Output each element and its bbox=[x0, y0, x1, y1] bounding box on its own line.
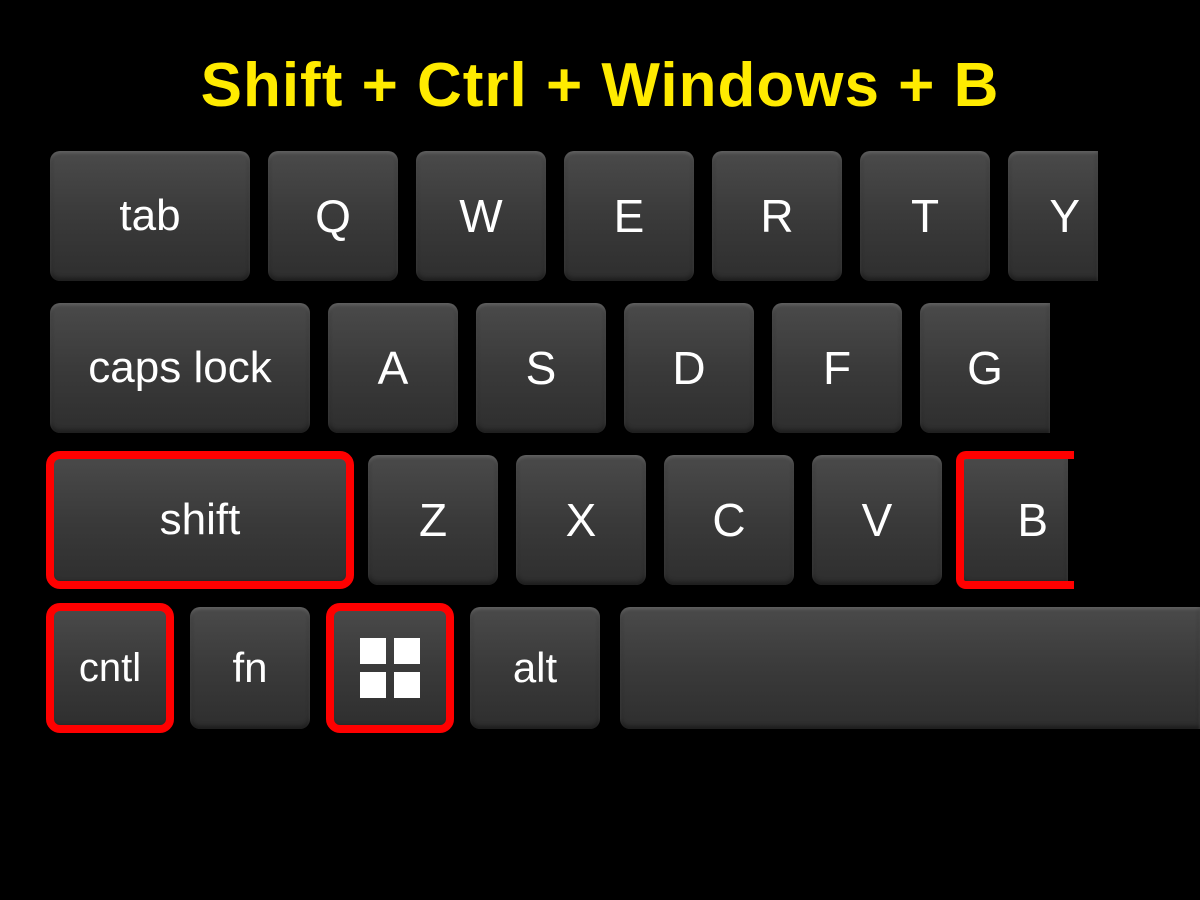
shortcut-title: Shift + Ctrl + Windows + B bbox=[0, 0, 1200, 151]
key-windows[interactable] bbox=[330, 607, 450, 729]
key-fn[interactable]: fn bbox=[190, 607, 310, 729]
key-q[interactable]: Q bbox=[268, 151, 398, 281]
key-tab[interactable]: tab bbox=[50, 151, 250, 281]
keyboard-row-2: caps lock A S D F G bbox=[50, 303, 1200, 433]
key-space[interactable] bbox=[620, 607, 1200, 729]
keyboard-row-3: shift Z X C V B bbox=[50, 455, 1200, 585]
key-b[interactable]: B bbox=[960, 455, 1068, 585]
key-a[interactable]: A bbox=[328, 303, 458, 433]
key-r[interactable]: R bbox=[712, 151, 842, 281]
key-z[interactable]: Z bbox=[368, 455, 498, 585]
key-s[interactable]: S bbox=[476, 303, 606, 433]
key-f[interactable]: F bbox=[772, 303, 902, 433]
key-w[interactable]: W bbox=[416, 151, 546, 281]
keyboard: tab Q W E R T Y caps lock A S D F G shif… bbox=[0, 151, 1200, 729]
key-caps-lock[interactable]: caps lock bbox=[50, 303, 310, 433]
key-g[interactable]: G bbox=[920, 303, 1050, 433]
keyboard-row-1: tab Q W E R T Y bbox=[50, 151, 1200, 281]
key-v[interactable]: V bbox=[812, 455, 942, 585]
key-y[interactable]: Y bbox=[1008, 151, 1098, 281]
key-shift[interactable]: shift bbox=[50, 455, 350, 585]
key-e[interactable]: E bbox=[564, 151, 694, 281]
keyboard-row-4: cntl fn alt bbox=[50, 607, 1200, 729]
windows-icon bbox=[360, 638, 420, 698]
key-ctrl[interactable]: cntl bbox=[50, 607, 170, 729]
key-c[interactable]: C bbox=[664, 455, 794, 585]
key-t[interactable]: T bbox=[860, 151, 990, 281]
key-alt[interactable]: alt bbox=[470, 607, 600, 729]
key-d[interactable]: D bbox=[624, 303, 754, 433]
key-x[interactable]: X bbox=[516, 455, 646, 585]
